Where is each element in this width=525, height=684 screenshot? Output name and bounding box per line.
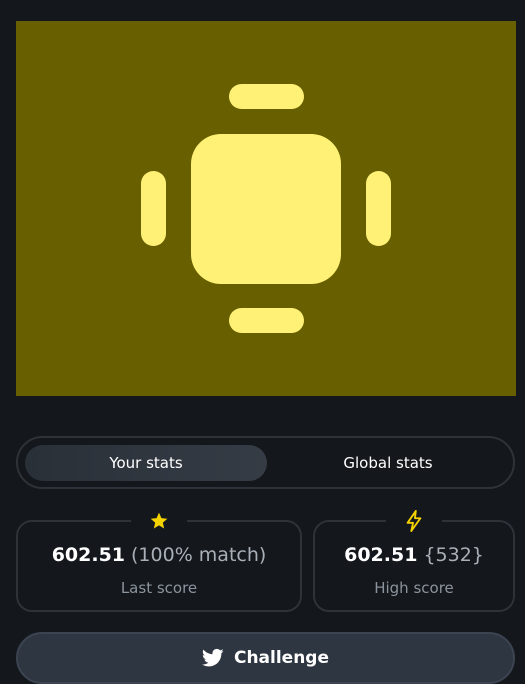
last-score-detail: (100% match) [131,544,267,566]
last-score-value: 602.51 [51,544,126,566]
star-icon [131,508,187,534]
high-score-label: High score [374,579,454,597]
lightning-icon [386,508,442,534]
high-score-value-line: 602.51 {532} [315,544,513,566]
high-score-value: 602.51 [344,544,418,566]
challenge-label: Challenge [233,648,330,668]
puzzle-artwork [16,21,516,396]
twitter-icon [201,648,224,672]
challenge-button[interactable]: Challenge [16,632,515,684]
tab-global-stats[interactable]: Global stats [267,445,509,481]
smartwatch-icon [141,84,391,333]
stats-toggle: Your stats Global stats [16,436,515,489]
last-score-label: Last score [120,579,198,597]
last-score-card: 602.51 (100% match) Last score [16,508,302,612]
last-score-value-line: 602.51 (100% match) [18,544,300,566]
high-score-detail: {532} [423,544,484,566]
tab-your-stats[interactable]: Your stats [25,445,267,481]
high-score-card: 602.51 {532} High score [313,508,515,612]
